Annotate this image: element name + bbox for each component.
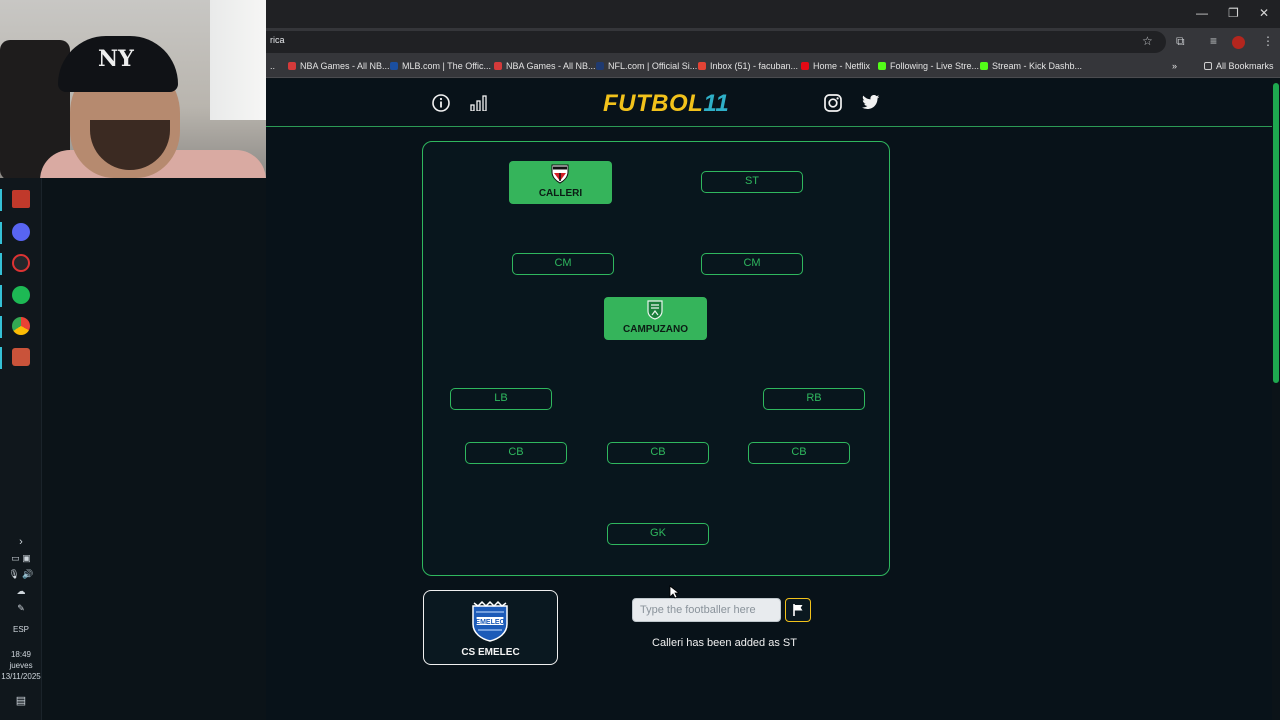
restore-icon[interactable]: ❐	[1228, 6, 1239, 20]
spfc-crest-icon	[551, 164, 569, 184]
notification-icon[interactable]: ▤	[0, 694, 42, 707]
media-icon[interactable]: ≡	[1210, 34, 1217, 48]
bookmark-item[interactable]: NBA Games - All NB...	[288, 61, 390, 71]
taskbar-active-marker	[0, 222, 2, 244]
extensions-icon[interactable]: ⧉	[1176, 34, 1185, 49]
slot-st[interactable]: ST	[701, 171, 803, 193]
mic-speaker-icon[interactable]: 🎙 🔊	[0, 569, 42, 580]
taskbar-active-marker	[0, 189, 2, 211]
nba-icon	[288, 62, 296, 70]
bookmark-item[interactable]: Inbox (51) - facuban...	[698, 61, 798, 71]
clock-time[interactable]: 18:49	[0, 650, 42, 659]
kick-icon	[878, 62, 886, 70]
app-icon[interactable]	[12, 348, 30, 366]
pitch: CALLERI ST CM CM CAMPUZANO LB RB CB CB C…	[422, 141, 890, 576]
cam-window	[210, 0, 266, 120]
club-card: EMELEC CS EMELEC	[423, 590, 558, 665]
footballer-search-input[interactable]	[632, 598, 781, 622]
nfl-icon	[596, 62, 604, 70]
logo-number: 11	[703, 90, 730, 117]
close-icon[interactable]: ✕	[1259, 6, 1269, 20]
slot-lb[interactable]: LB	[450, 388, 552, 410]
mouse-cursor-icon	[669, 585, 679, 599]
profile-avatar[interactable]	[1232, 36, 1245, 49]
slot-cb-right[interactable]: CB	[748, 442, 850, 464]
info-icon[interactable]	[432, 94, 450, 112]
ny-logo-icon: NY	[98, 46, 134, 72]
scrollbar-thumb[interactable]	[1273, 83, 1279, 383]
slot-cm-right[interactable]: CM	[701, 253, 803, 275]
slot-cb-mid[interactable]: CB	[607, 442, 709, 464]
language-indicator[interactable]: ESP	[0, 625, 42, 634]
nba-icon	[494, 62, 502, 70]
twitter-icon[interactable]	[862, 95, 880, 110]
browser-toolbar: rica ☆ ⧉ ≡ ⋮	[266, 28, 1280, 56]
obs-icon[interactable]	[12, 254, 30, 272]
browser-titlebar: — ❐ ✕	[266, 0, 1280, 28]
emelec-crest-icon: EMELEC	[472, 600, 508, 642]
chevron-right-icon[interactable]: ›	[0, 536, 42, 548]
tray-icons-row[interactable]: ▭ ▣	[0, 553, 42, 564]
club-name: CS EMELEC	[461, 647, 520, 658]
slot-rb[interactable]: RB	[763, 388, 865, 410]
status-message: Calleri has been added as ST	[652, 637, 797, 649]
give-up-button[interactable]	[785, 598, 811, 622]
logo-text: FUTBOL	[603, 90, 704, 117]
site-header: FUTBOL11	[266, 79, 1272, 127]
bookmark-item[interactable]: Stream - Kick Dashb...	[980, 61, 1082, 71]
star-icon[interactable]: ☆	[1142, 34, 1153, 48]
voicemeeter-icon[interactable]	[12, 190, 30, 208]
kick-icon	[980, 62, 988, 70]
svg-text:EMELEC: EMELEC	[475, 619, 504, 626]
chrome-icon[interactable]	[12, 317, 30, 335]
bookmarks-overflow-icon[interactable]: »	[1172, 61, 1177, 71]
page-scrollbar[interactable]	[1272, 79, 1280, 720]
bookmark-item[interactable]: NFL.com | Official Si...	[596, 61, 697, 71]
instagram-icon[interactable]	[824, 94, 842, 112]
bar-chart-icon[interactable]	[470, 95, 488, 111]
taskbar-active-marker	[0, 253, 2, 275]
folder-icon	[1204, 62, 1212, 70]
clock-date: 13/11/2025	[1, 672, 41, 681]
gmail-icon	[698, 62, 706, 70]
bookmarks-overflow-left[interactable]: ..	[270, 61, 275, 71]
screen: › ▭ ▣ 🎙 🔊 ☁ ✎ ESP 18:49 jueves 13/11/202…	[0, 0, 1280, 720]
player-name: CALLERI	[538, 188, 583, 199]
site-logo[interactable]: FUTBOL11	[603, 90, 729, 118]
cloud-icon[interactable]: ☁	[0, 586, 42, 597]
player-name: CAMPUZANO	[623, 324, 688, 335]
bookmark-item[interactable]: Following - Live Stre...	[878, 61, 979, 71]
minimize-icon[interactable]: —	[1196, 6, 1208, 20]
flag-icon	[793, 604, 803, 616]
mlb-icon	[390, 62, 398, 70]
slot-cb-left[interactable]: CB	[465, 442, 567, 464]
address-text: rica	[270, 35, 285, 45]
web-page: FUTBOL11 CALLERI ST CM CM CAMPUZANO LB R…	[266, 79, 1280, 720]
bookmarks-bar: .. NBA Games - All NB... MLB.com | The O…	[266, 56, 1280, 78]
menu-kebab-icon[interactable]: ⋮	[1262, 34, 1274, 48]
netflix-icon	[801, 62, 809, 70]
player-card-calleri[interactable]: CALLERI	[509, 161, 612, 204]
atletico-nacional-crest-icon	[647, 300, 663, 320]
slot-gk[interactable]: GK	[607, 523, 709, 545]
player-card-campuzano[interactable]: CAMPUZANO	[604, 297, 707, 340]
webcam-overlay: NY	[0, 0, 266, 178]
bookmark-item[interactable]: NBA Games - All NB...	[494, 61, 596, 71]
taskbar-active-marker	[0, 347, 2, 369]
slot-cm-left[interactable]: CM	[512, 253, 614, 275]
taskbar-active-marker	[0, 316, 2, 338]
discord-icon[interactable]	[12, 223, 30, 241]
bookmark-item[interactable]: MLB.com | The Offic...	[390, 61, 491, 71]
address-bar[interactable]: rica ☆	[266, 31, 1166, 53]
spotify-icon[interactable]	[12, 286, 30, 304]
all-bookmarks[interactable]: All Bookmarks	[1204, 61, 1274, 71]
clock-day: jueves	[9, 661, 33, 670]
taskbar-active-marker	[0, 285, 2, 307]
bookmark-item[interactable]: Home - Netflix	[801, 61, 870, 71]
pen-icon[interactable]: ✎	[0, 603, 42, 614]
